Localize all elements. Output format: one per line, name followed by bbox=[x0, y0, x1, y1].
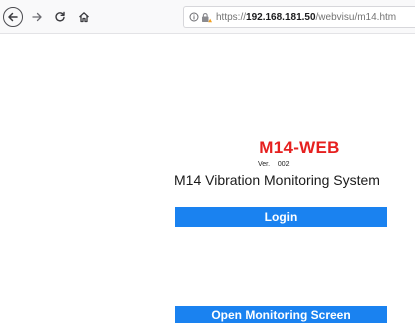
url-prefix: https:// bbox=[216, 11, 247, 23]
url-path: /webvisu/m14.htm bbox=[315, 11, 397, 23]
back-icon bbox=[8, 12, 18, 22]
browser-toolbar: https://192.168.181.50/webvisu/m14.htm bbox=[0, 0, 415, 34]
home-button[interactable] bbox=[73, 6, 95, 28]
reload-button[interactable] bbox=[49, 6, 71, 28]
url-host: 192.168.181.50 bbox=[246, 11, 316, 23]
address-bar[interactable]: https://192.168.181.50/webvisu/m14.htm bbox=[183, 6, 415, 28]
home-icon bbox=[79, 12, 89, 23]
info-icon[interactable] bbox=[189, 12, 199, 22]
forward-icon bbox=[32, 12, 42, 22]
reload-icon bbox=[55, 11, 65, 22]
open-monitoring-screen-button[interactable]: Open Monitoring Screen bbox=[175, 306, 387, 323]
back-button[interactable] bbox=[3, 7, 23, 27]
page-content: M14-WEB Ver. 002 M14 Vibration Monitorin… bbox=[0, 34, 415, 323]
version-label: Ver. 002 bbox=[258, 161, 290, 168]
system-name: M14 Vibration Monitoring System bbox=[174, 172, 380, 188]
lock-warning-icon[interactable] bbox=[201, 12, 212, 23]
forward-button[interactable] bbox=[26, 6, 48, 28]
app-title: M14-WEB bbox=[259, 138, 340, 157]
login-button[interactable]: Login bbox=[175, 207, 387, 227]
